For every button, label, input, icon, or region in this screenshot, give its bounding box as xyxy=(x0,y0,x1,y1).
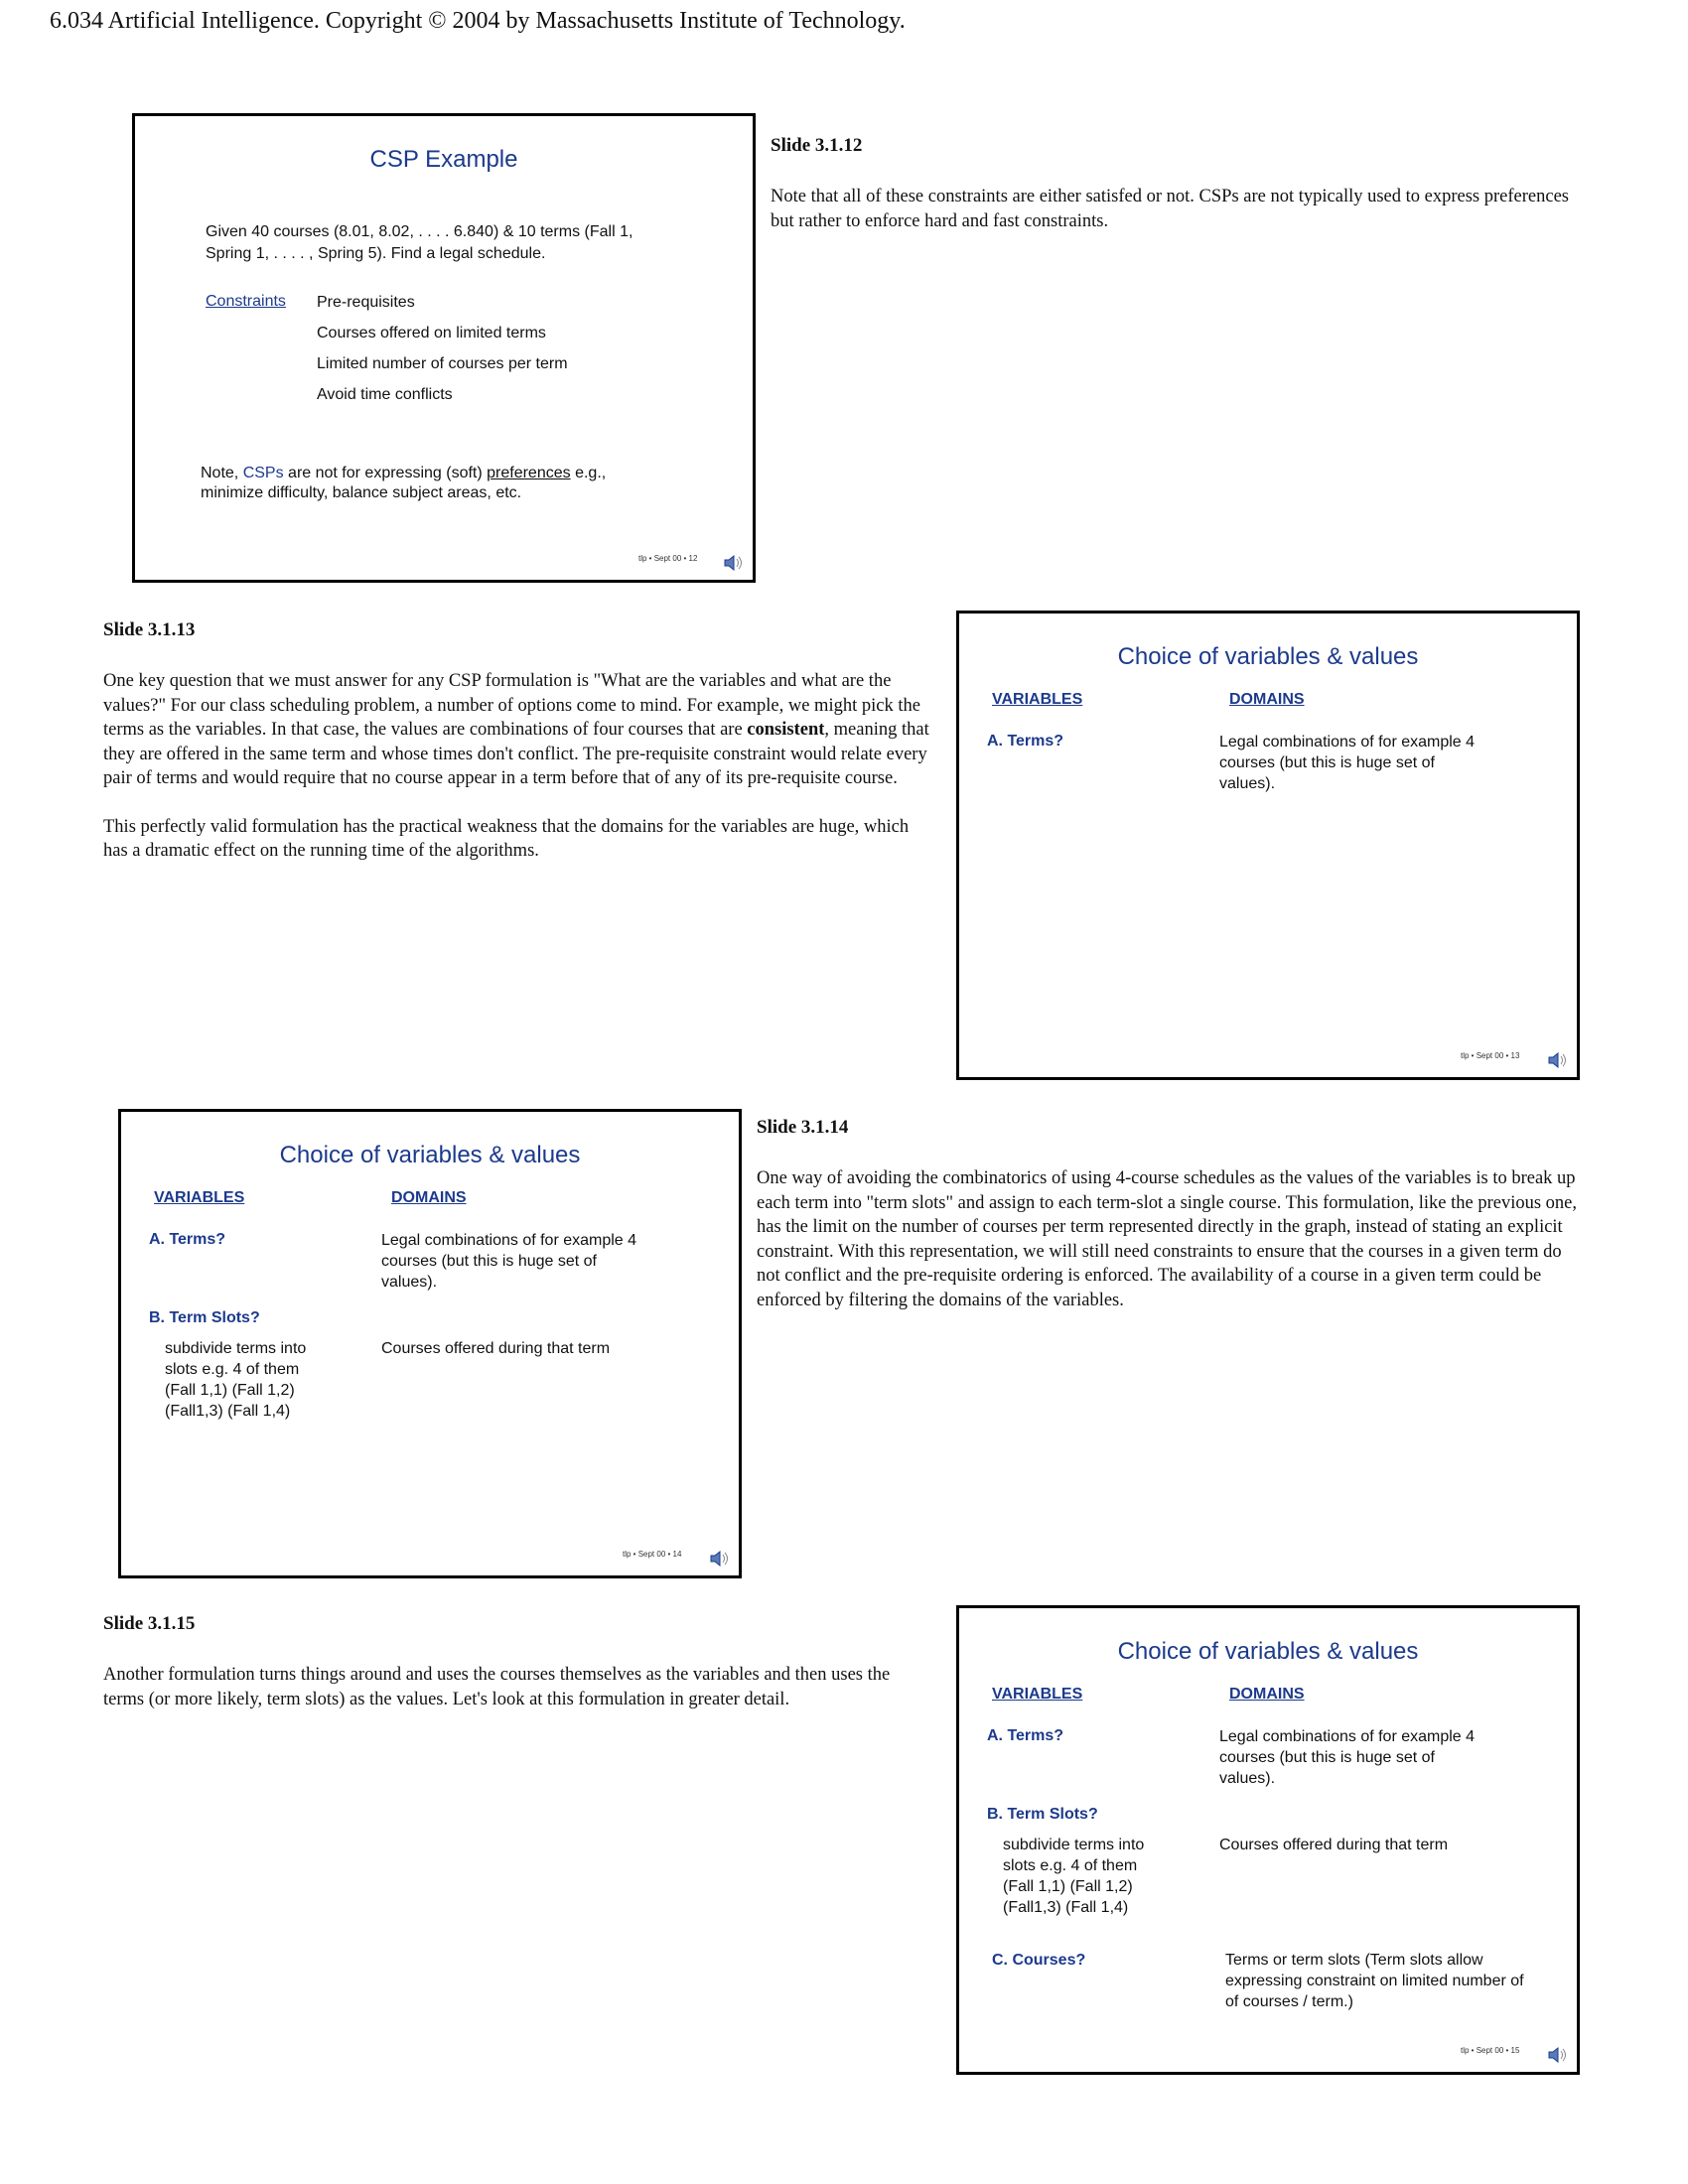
slide-15-a-domain-line: courses (but this is huge set of xyxy=(1219,1749,1435,1766)
slide-15-b-desc-line: (Fall 1,1) (Fall 1,2) xyxy=(1003,1878,1133,1895)
slide-12-note-mid: are not for expressing (soft) xyxy=(283,465,488,481)
slide-14-b-letter: B. xyxy=(149,1309,170,1326)
slide-12-constraint: Courses offered on limited terms xyxy=(317,325,546,341)
slide-12-image: CSP Example Given 40 courses (8.01, 8.02… xyxy=(132,113,756,583)
slide-13-col-variables: VARIABLES xyxy=(992,691,1083,708)
slide-12-title: CSP Example xyxy=(369,146,518,173)
slide-15-a-label: A. Terms? xyxy=(987,1727,1064,1744)
slide-15-c-label: C. Courses? xyxy=(992,1952,1086,1969)
slide-12-footer: tlp • Sept 00 • 12 xyxy=(638,554,698,563)
slide-12-note-line1: Note, CSPs are not for expressing (soft)… xyxy=(201,463,606,483)
slide-15-image: Choice of variables & values VARIABLES D… xyxy=(956,1605,1580,2075)
slide-12-given-line1: Given 40 courses (8.01, 8.02, . . . . 6.… xyxy=(206,223,633,240)
slide-15-col-variables: VARIABLES xyxy=(992,1686,1083,1703)
slide-12-constraint: Limited number of courses per term xyxy=(317,355,568,372)
slide-12-note-prefix: Note, xyxy=(201,465,243,481)
slide-15-c-domain-line: expressing constraint on limited number … xyxy=(1225,1973,1524,1989)
slide-15-c-domain-line: of courses / term.) xyxy=(1225,1993,1353,2010)
slide-13-notes: One key question that we must answer for… xyxy=(103,669,935,887)
slide-14-b-desc-line: (Fall 1,1) (Fall 1,2) xyxy=(165,1382,295,1399)
slide-12-note-csps: CSPs xyxy=(242,465,284,481)
slide-12-constraint: Pre-requisites xyxy=(317,294,415,311)
slide-14-b-desc-line: (Fall1,3) (Fall 1,4) xyxy=(165,1403,291,1420)
slide-15-b-desc-line: slots e.g. 4 of them xyxy=(1003,1857,1138,1874)
slide-14-b-text: Term Slots? xyxy=(169,1309,260,1326)
slide-13-a-domain-line: values). xyxy=(1219,775,1276,792)
slide-14-a-domain-line: values). xyxy=(381,1274,438,1291)
slide-14-a-domain-line: Legal combinations of for example 4 xyxy=(381,1232,637,1249)
slide-15-b-domain: Courses offered during that term xyxy=(1219,1837,1449,1853)
slide-13-image: Choice of variables & values VARIABLES D… xyxy=(956,611,1580,1080)
slide-13-col-domains: DOMAINS xyxy=(1229,691,1305,708)
slide-15-c-domain-line: Terms or term slots (Term slots allow xyxy=(1225,1952,1483,1969)
slide-15-a-domain-line: Legal combinations of for example 4 xyxy=(1219,1728,1476,1745)
slide-12-heading: Slide 3.1.12 xyxy=(771,135,863,156)
slide-12-given-line2: Spring 1, . . . . , Spring 5). Find a le… xyxy=(206,245,546,262)
slide-13-heading: Slide 3.1.13 xyxy=(103,619,196,640)
slide-14-b-domain: Courses offered during that term xyxy=(381,1340,611,1357)
slide-12-note-end: e.g., xyxy=(570,465,607,481)
slide-14-b-label: B. Term Slots? xyxy=(149,1307,260,1328)
slide-14-b-desc-line: slots e.g. 4 of them xyxy=(165,1361,300,1378)
slide-12-note-preferences: preferences xyxy=(487,465,571,481)
slide-15-b-desc-line: (Fall1,3) (Fall 1,4) xyxy=(1003,1899,1129,1916)
slide-15-b-desc-line: subdivide terms into xyxy=(1003,1837,1145,1853)
slide-13-a-label: A. Terms? xyxy=(987,733,1064,750)
slide-12-notes: Note that all of these constraints are e… xyxy=(771,187,1569,231)
slide-15-title: Choice of variables & values xyxy=(1117,1638,1419,1665)
slide-12-constraint: Avoid time conflicts xyxy=(317,386,453,403)
slide-14-col-variables: VARIABLES xyxy=(154,1189,245,1206)
slide-15-notes: Another formulation turns things around … xyxy=(103,1665,891,1709)
slide-13-a-domain-line: courses (but this is huge set of xyxy=(1219,754,1435,771)
slide-13-p1-bold: consistent xyxy=(747,720,825,740)
slide-14-heading: Slide 3.1.14 xyxy=(757,1117,849,1138)
slide-14-b-desc-line: subdivide terms into xyxy=(165,1340,307,1357)
slide-15-b-label: B. Term Slots? xyxy=(987,1806,1098,1823)
slide-13-a-domain-line: Legal combinations of for example 4 xyxy=(1219,734,1476,751)
page-header: 6.034 Artificial Intelligence. Copyright… xyxy=(50,8,906,34)
slide-14-col-domains: DOMAINS xyxy=(391,1189,467,1206)
slide-14-footer: tlp • Sept 00 • 14 xyxy=(623,1550,682,1559)
speaker-icon[interactable] xyxy=(1547,2045,1569,2065)
slide-15-col-domains: DOMAINS xyxy=(1229,1686,1305,1703)
slide-14-a-domain-line: courses (but this is huge set of xyxy=(381,1253,597,1270)
slide-12-constraints-label: Constraints xyxy=(206,293,286,310)
slide-15-heading: Slide 3.1.15 xyxy=(103,1613,196,1634)
slide-14-title: Choice of variables & values xyxy=(279,1142,581,1168)
slide-13-footer: tlp • Sept 00 • 13 xyxy=(1461,1051,1520,1060)
slide-14-image: Choice of variables & values VARIABLES D… xyxy=(118,1109,742,1578)
slide-12-note-line2: minimize difficulty, balance subject are… xyxy=(201,484,522,501)
slide-14-a-label: A. Terms? xyxy=(149,1231,226,1248)
slide-13-title: Choice of variables & values xyxy=(1117,643,1419,670)
speaker-icon[interactable] xyxy=(723,553,745,573)
slide-13-paragraph-2: This perfectly valid formulation has the… xyxy=(103,816,910,862)
slide-14-notes: One way of avoiding the combinatorics of… xyxy=(757,1168,1577,1310)
speaker-icon[interactable] xyxy=(709,1549,731,1569)
slide-13-paragraph-1: One key question that we must answer for… xyxy=(103,669,935,791)
slide-15-a-domain-line: values). xyxy=(1219,1770,1276,1787)
speaker-icon[interactable] xyxy=(1547,1050,1569,1070)
slide-15-footer: tlp • Sept 00 • 15 xyxy=(1461,2046,1520,2055)
